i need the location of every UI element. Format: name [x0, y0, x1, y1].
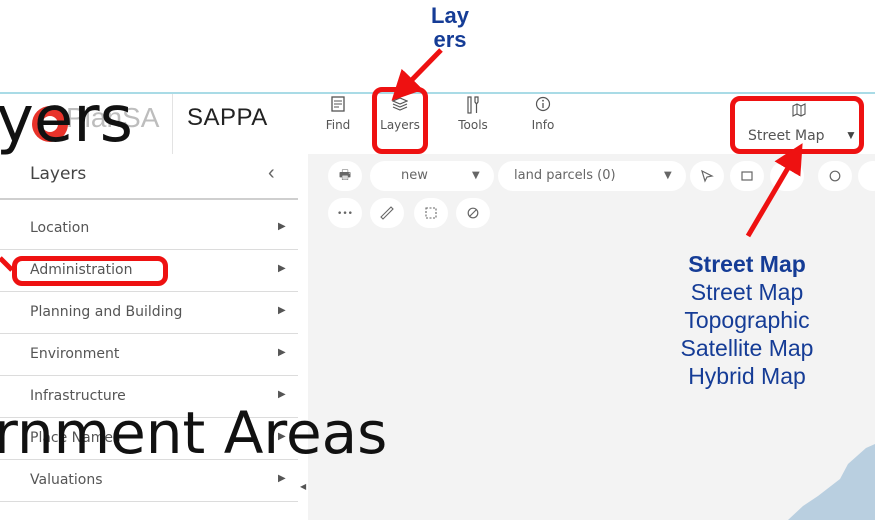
- basemap-option: Hybrid Map: [688, 363, 806, 389]
- basemap-option: Street Map: [690, 279, 804, 305]
- basemap-options-callout: Street Map Street Map Topographic Satell…: [640, 250, 854, 390]
- basemap-callout-heading: Street Map: [688, 251, 806, 277]
- basemap-option: Topographic: [684, 307, 810, 333]
- layers-arrow: [391, 48, 443, 101]
- administration-arrow: [0, 256, 14, 272]
- basemap-arrow: [745, 143, 803, 238]
- basemap-option: Satellite Map: [680, 335, 814, 361]
